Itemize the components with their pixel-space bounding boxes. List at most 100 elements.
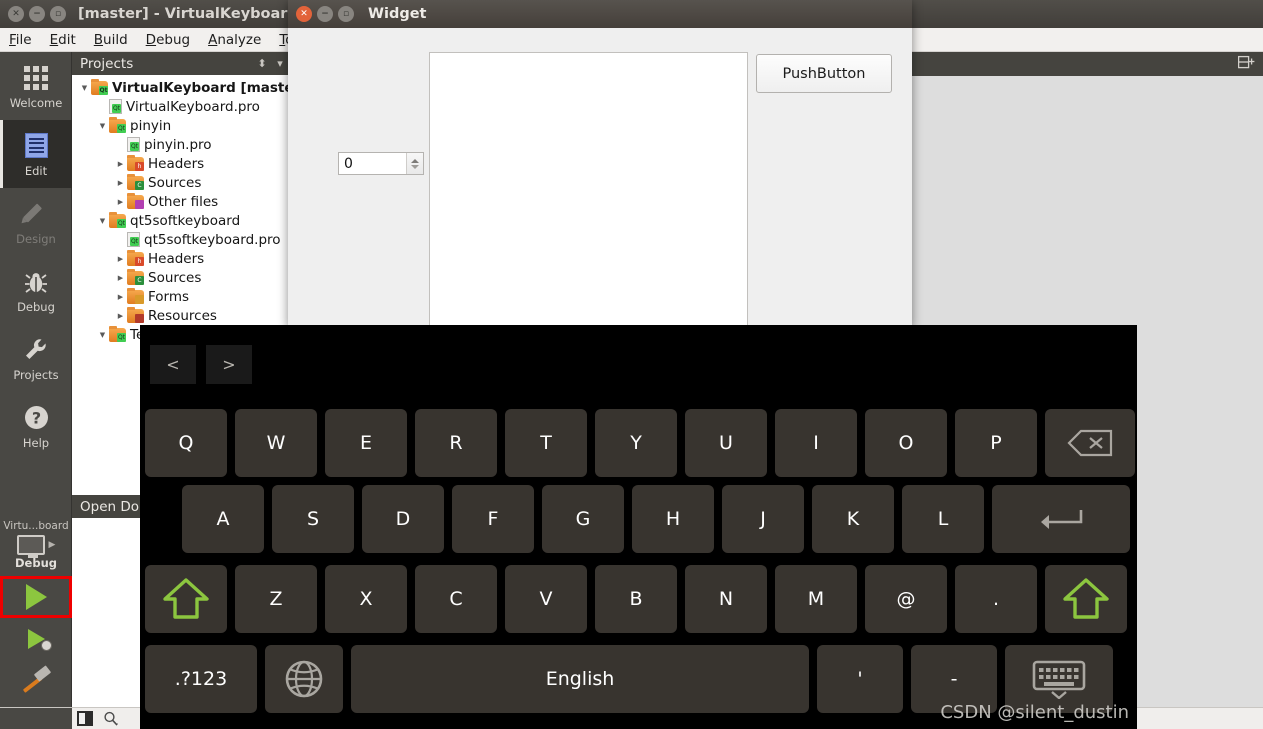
prev-candidate-button[interactable]: < (150, 345, 196, 384)
tree-item[interactable]: Other files (72, 192, 289, 211)
run-controls: Virtu...board ▶ Debug (0, 516, 72, 707)
key-a[interactable]: A (182, 485, 264, 553)
menu-file[interactable]: File (0, 30, 41, 50)
chevron-right-icon[interactable] (114, 293, 127, 301)
key-backspace[interactable] (1045, 409, 1135, 477)
key-y[interactable]: Y (595, 409, 677, 477)
minimize-icon[interactable]: − (29, 6, 45, 22)
push-button[interactable]: PushButton (756, 54, 892, 93)
spinbox[interactable]: 0 (338, 152, 424, 175)
key-k[interactable]: K (812, 485, 894, 553)
key-w[interactable]: W (235, 409, 317, 477)
build-button[interactable] (0, 660, 72, 702)
key-c[interactable]: C (415, 565, 497, 633)
key-u[interactable]: U (685, 409, 767, 477)
tree-item[interactable]: Qt VirtualKeyboard.pro (72, 97, 289, 116)
minimize-icon[interactable]: − (317, 6, 333, 22)
close-icon[interactable]: ✕ (8, 6, 24, 22)
sidebar-item-welcome[interactable]: Welcome (0, 52, 72, 120)
text-area[interactable] (429, 52, 748, 327)
key-n[interactable]: N (685, 565, 767, 633)
tree-item[interactable]: Qt qt5softkeyboard.pro (72, 230, 289, 249)
key-g[interactable]: G (542, 485, 624, 553)
chevron-up-icon[interactable] (411, 158, 419, 163)
key-x[interactable]: X (325, 565, 407, 633)
menu-analyze[interactable]: Analyze (199, 30, 270, 50)
menu-edit[interactable]: Edit (41, 30, 85, 50)
chevron-down-icon[interactable] (96, 217, 109, 225)
tree-item[interactable]: CSources (72, 173, 289, 192)
sidebar-item-projects[interactable]: Projects (0, 324, 72, 392)
sidebar-toggle-icon[interactable] (72, 708, 98, 729)
key-period[interactable]: . (955, 565, 1037, 633)
chevron-right-icon[interactable] (114, 198, 127, 206)
key-d[interactable]: D (362, 485, 444, 553)
maximize-icon[interactable]: ▫ (338, 6, 354, 22)
split-editor-icon[interactable] (1237, 55, 1255, 74)
key-p[interactable]: P (955, 409, 1037, 477)
sidebar-item-debug[interactable]: Debug (0, 256, 72, 324)
tree-item[interactable]: Forms (72, 287, 289, 306)
key-q[interactable]: Q (145, 409, 227, 477)
chevron-down-icon[interactable] (96, 331, 109, 339)
key-t[interactable]: T (505, 409, 587, 477)
sidebar-item-help[interactable]: ? Help (0, 392, 72, 460)
tree-item[interactable]: CSources (72, 268, 289, 287)
tree-item[interactable]: Qt pinyin.pro (72, 135, 289, 154)
tree-item[interactable]: Qtpinyin (72, 116, 289, 135)
menu-debug[interactable]: Debug (137, 30, 199, 50)
chevron-down-icon[interactable] (78, 84, 91, 92)
key-v[interactable]: V (505, 565, 587, 633)
key-shift-right[interactable] (1045, 565, 1127, 633)
chevron-right-icon[interactable] (114, 179, 127, 187)
key-j[interactable]: J (722, 485, 804, 553)
key-h[interactable]: H (632, 485, 714, 553)
sidebar-item-edit[interactable]: Edit (0, 120, 72, 188)
tree-item[interactable]: Qtqt5softkeyboard (72, 211, 289, 230)
next-candidate-button[interactable]: > (206, 345, 252, 384)
wrench-icon (22, 335, 50, 365)
menu-build[interactable]: Build (85, 30, 137, 50)
tree-item[interactable]: hHeaders (72, 249, 289, 268)
tree-item[interactable]: hHeaders (72, 154, 289, 173)
key-symbols[interactable]: .?123 (145, 645, 257, 713)
key-e[interactable]: E (325, 409, 407, 477)
key-shift-left[interactable] (145, 565, 227, 633)
filter-icon[interactable]: ⬍ (253, 55, 271, 73)
tree-item-label: Other files (148, 193, 219, 210)
key-space[interactable]: English (351, 645, 809, 713)
key-f[interactable]: F (452, 485, 534, 553)
key-r[interactable]: R (415, 409, 497, 477)
close-icon[interactable]: ✕ (296, 6, 312, 22)
kit-label[interactable]: Virtu...board (0, 516, 72, 532)
chevron-down-icon[interactable]: ▾ (271, 55, 289, 73)
key-o[interactable]: O (865, 409, 947, 477)
key-hyphen[interactable]: - (911, 645, 997, 713)
search-icon[interactable] (98, 708, 124, 729)
key-at[interactable]: @ (865, 565, 947, 633)
kit-selector[interactable]: ▶ Debug (0, 532, 72, 570)
tree-item[interactable]: Resources (72, 306, 289, 325)
tree-item[interactable]: QtVirtualKeyboard [master (72, 78, 289, 97)
key-s[interactable]: S (272, 485, 354, 553)
debug-button[interactable] (0, 618, 72, 660)
key-enter[interactable] (992, 485, 1130, 553)
chevron-down-icon[interactable] (96, 122, 109, 130)
key-apostrophe[interactable]: ' (817, 645, 903, 713)
key-z[interactable]: Z (235, 565, 317, 633)
key-i[interactable]: I (775, 409, 857, 477)
run-button[interactable] (0, 576, 72, 618)
chevron-right-icon[interactable] (114, 255, 127, 263)
key-language[interactable] (265, 645, 343, 713)
sidebar-item-design[interactable]: Design (0, 188, 72, 256)
key-b[interactable]: B (595, 565, 677, 633)
chevron-right-icon[interactable] (114, 312, 127, 320)
key-hide-keyboard[interactable] (1005, 645, 1113, 713)
spinbox-arrows[interactable] (406, 153, 423, 174)
chevron-right-icon[interactable] (114, 274, 127, 282)
key-m[interactable]: M (775, 565, 857, 633)
chevron-right-icon[interactable] (114, 160, 127, 168)
key-l[interactable]: L (902, 485, 984, 553)
chevron-down-icon[interactable] (411, 164, 419, 169)
maximize-icon[interactable]: ▫ (50, 6, 66, 22)
